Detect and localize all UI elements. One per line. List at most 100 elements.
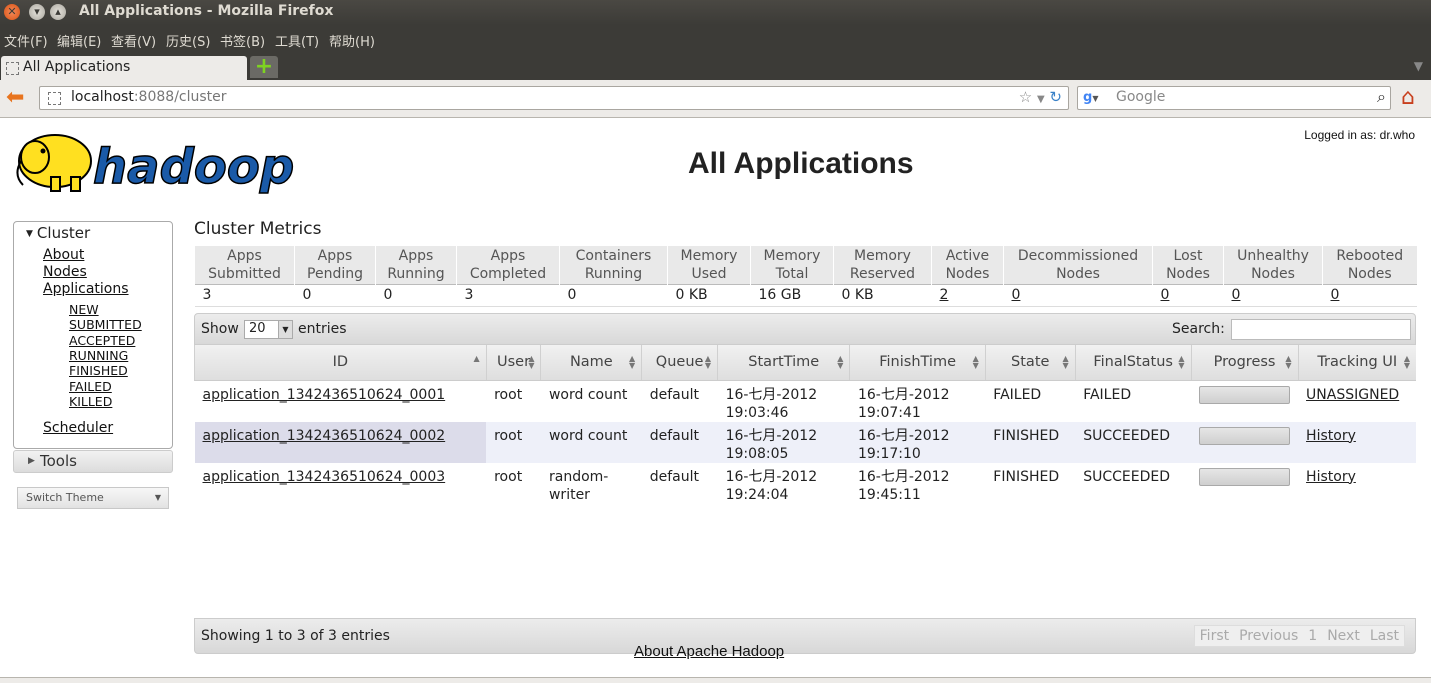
search-magnifier-icon[interactable]: ⌕: [1377, 87, 1386, 107]
column-header-9[interactable]: Tracking UI ▲ ▼: [1297, 345, 1416, 381]
metrics-header-text: Reserved: [849, 265, 916, 282]
column-header-4[interactable]: StartTime ▲ ▼: [717, 345, 850, 381]
metrics-header-1: Apps Pending: [294, 246, 376, 284]
menu-help[interactable]: 帮助(H): [329, 31, 375, 50]
metrics-value-1: 0: [294, 283, 376, 307]
sidebar-cluster-header[interactable]: ▼ Cluster: [26, 224, 90, 242]
tools-label: Tools: [40, 452, 77, 470]
logo-text: hadoop: [93, 139, 294, 195]
app-final-status: SUCCEEDED: [1075, 421, 1192, 463]
metrics-value-link[interactable]: 0: [1232, 287, 1241, 303]
menu-edit[interactable]: 编辑(E): [57, 31, 101, 50]
table-row: application_1342436510624_0001 root word c…: [194, 380, 1416, 422]
column-header-3[interactable]: Queue ▲ ▼: [641, 345, 718, 381]
metrics-header-text: Apps: [227, 247, 262, 264]
metrics-value-10: 0: [1152, 283, 1224, 307]
app-id-link[interactable]: application_1342436510624_0003: [203, 469, 446, 485]
menu-tools[interactable]: 工具(T): [275, 31, 319, 50]
metrics-header-0: Apps Submitted: [194, 246, 295, 284]
metrics-value-link[interactable]: 0: [1161, 287, 1170, 303]
bookmark-star-icon[interactable]: ☆: [1019, 88, 1032, 106]
table-cell-finish: 16-七月-2012 19:45:11: [849, 462, 986, 504]
table-cell-id: application_1342436510624_0003: [194, 462, 487, 504]
app-tracking-link[interactable]: UNASSIGNED: [1306, 387, 1399, 403]
menu-view[interactable]: 查看(V): [111, 31, 156, 50]
app-id-link[interactable]: application_1342436510624_0001: [203, 387, 446, 403]
sidebar-link-applications[interactable]: Applications: [43, 281, 129, 297]
new-tab-button[interactable]: +: [250, 56, 278, 78]
sidebar-tools-header[interactable]: ▶ Tools: [13, 450, 173, 473]
menu-file[interactable]: 文件(F): [4, 31, 48, 50]
column-header-1[interactable]: User ▲ ▼: [485, 345, 541, 381]
switch-theme-select[interactable]: Switch Theme ▼: [17, 487, 169, 509]
metrics-value-link[interactable]: 0: [1012, 287, 1021, 303]
column-header-8[interactable]: Progress ▲ ▼: [1190, 345, 1299, 381]
sidebar-state-killed[interactable]: KILLED: [69, 394, 112, 409]
pager-page-1-button[interactable]: 1: [1303, 626, 1322, 644]
pager-first-button[interactable]: First: [1195, 626, 1234, 644]
column-header-5[interactable]: FinishTime ▲ ▼: [849, 345, 986, 381]
column-header-7[interactable]: FinalStatus ▲ ▼: [1074, 345, 1192, 381]
metrics-value-link[interactable]: 2: [940, 287, 949, 303]
minimize-window-icon[interactable]: ▾: [29, 4, 45, 20]
url-path: :8088/cluster: [133, 89, 227, 105]
app-finish-time: 16-七月-2012: [857, 427, 950, 444]
list-all-tabs-icon[interactable]: ▼: [1414, 59, 1423, 73]
column-header-label: Name: [569, 353, 613, 370]
close-window-icon[interactable]: ✕: [4, 4, 20, 20]
metrics-value-5: 0 KB: [667, 283, 751, 307]
url-dropdown-icon[interactable]: ▼: [1037, 94, 1045, 105]
hadoop-logo[interactable]: hadoop: [13, 125, 313, 197]
applications-table-wrapper: Show 20 ▼ entries Search: ID ▲ User ▲ ▼ Name ▲…: [194, 313, 1416, 654]
sidebar-state-failed[interactable]: FAILED: [69, 379, 112, 394]
maximize-window-icon[interactable]: ▴: [50, 4, 66, 20]
google-engine-icon[interactable]: g▼: [1083, 90, 1098, 105]
search-placeholder: Google: [1116, 89, 1166, 105]
metrics-header-text: Nodes: [1166, 265, 1210, 282]
app-tracking-link[interactable]: History: [1306, 469, 1356, 485]
sidebar-state-new[interactable]: NEW: [69, 302, 99, 317]
pager-previous-button[interactable]: Previous: [1234, 626, 1303, 644]
sidebar-link-scheduler[interactable]: Scheduler: [43, 420, 113, 436]
reload-icon[interactable]: ↻: [1049, 88, 1062, 106]
menu-bookmarks[interactable]: 书签(B): [220, 31, 265, 50]
window-title: All Applications - Mozilla Firefox: [79, 3, 334, 19]
metrics-header-text: Pending: [307, 265, 363, 282]
metrics-value-link[interactable]: 0: [1331, 287, 1340, 303]
url-bar[interactable]: localhost:8088/cluster ☆ ▼ ↻: [39, 86, 1069, 110]
sidebar-link-nodes[interactable]: Nodes: [43, 264, 87, 280]
pager-last-button[interactable]: Last: [1365, 626, 1404, 644]
pager-next-button[interactable]: Next: [1322, 626, 1365, 644]
page-length-select[interactable]: 20 ▼: [244, 320, 293, 339]
about-hadoop-link[interactable]: About Apache Hadoop: [634, 643, 784, 660]
app-id-link[interactable]: application_1342436510624_0002: [203, 428, 446, 444]
column-header-0[interactable]: ID ▲: [194, 345, 487, 381]
metrics-header-text: Nodes: [1251, 265, 1295, 282]
home-icon[interactable]: ⌂: [1401, 85, 1415, 110]
table-cell-id: application_1342436510624_0001: [194, 380, 487, 422]
sidebar-state-accepted[interactable]: ACCEPTED: [69, 333, 135, 348]
app-tracking-link[interactable]: History: [1306, 428, 1356, 444]
tab-all-applications[interactable]: All Applications: [1, 56, 247, 80]
site-identity-icon[interactable]: [48, 92, 61, 105]
metrics-header-text: Apps: [490, 247, 526, 264]
menu-history[interactable]: 历史(S): [166, 31, 210, 50]
table-search-input[interactable]: [1231, 319, 1411, 340]
app-start-time: 19:08:05: [725, 445, 789, 462]
search-bar[interactable]: g▼ Google ⌕: [1077, 86, 1391, 110]
sort-both-icon: ▲ ▼: [972, 354, 979, 370]
metrics-header-8: Active Nodes: [931, 246, 1004, 284]
column-header-label: Queue: [655, 353, 704, 370]
sidebar-state-submitted[interactable]: SUBMITTED: [69, 317, 142, 332]
sidebar-state-finished[interactable]: FINISHED: [69, 363, 128, 378]
back-arrow-icon[interactable]: ⬅: [6, 87, 24, 109]
sidebar-state-running[interactable]: RUNNING: [69, 348, 128, 363]
metrics-header-2: Apps Running: [375, 246, 457, 284]
sidebar-link-about[interactable]: About: [43, 247, 84, 263]
column-header-6[interactable]: State ▲ ▼: [984, 345, 1076, 381]
metrics-value-11: 0: [1223, 283, 1323, 307]
column-header-label: StartTime: [748, 353, 820, 370]
column-header-2[interactable]: Name ▲ ▼: [540, 345, 642, 381]
sort-both-icon: ▲ ▼: [1178, 354, 1185, 370]
app-start-time: 19:24:04: [725, 486, 789, 503]
